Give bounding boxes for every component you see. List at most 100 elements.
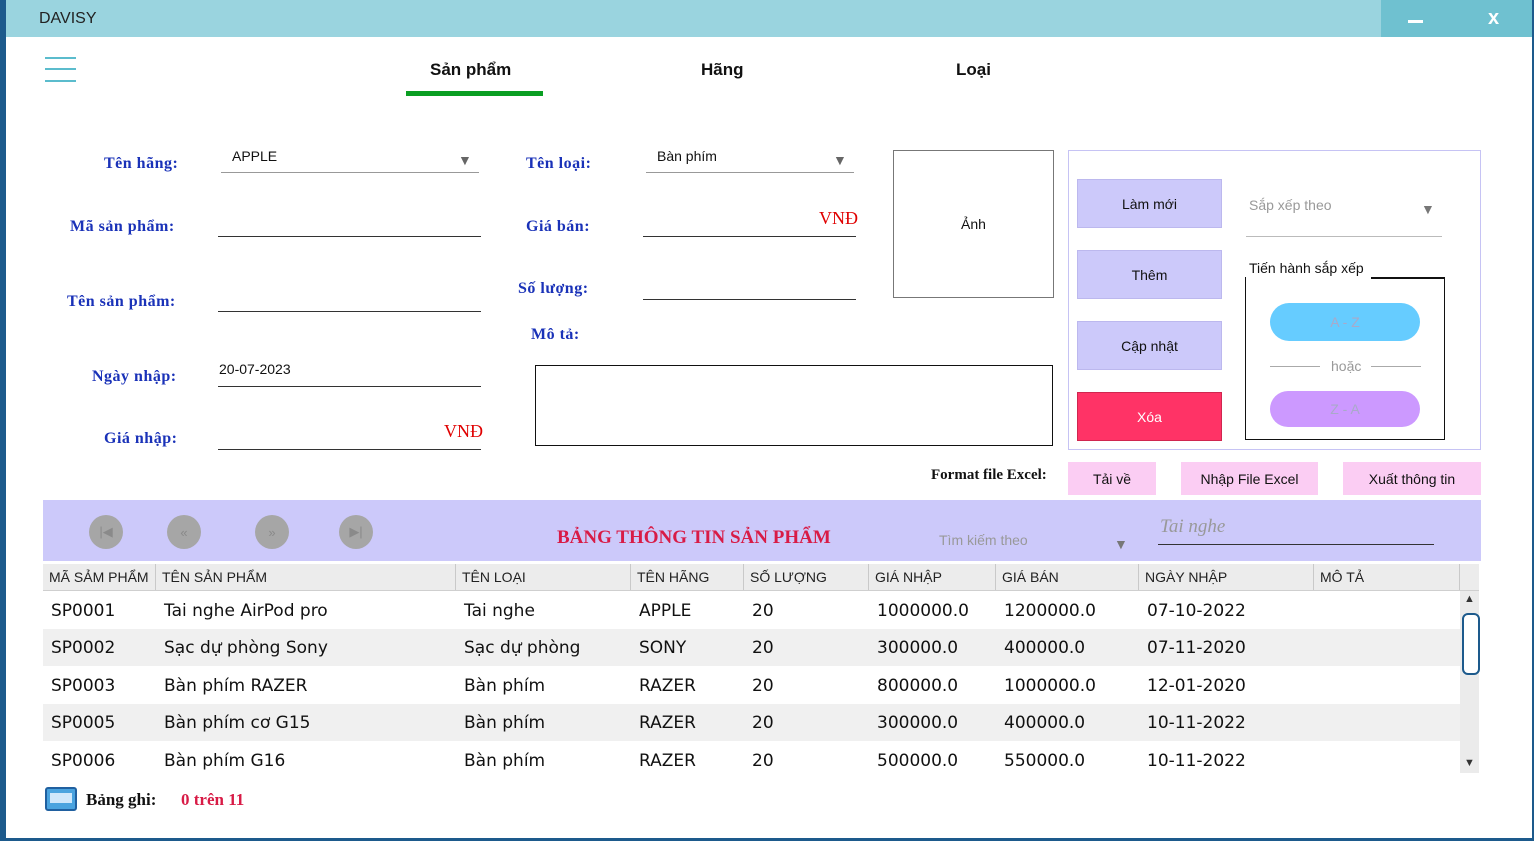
gia-nhap-unit: VNĐ bbox=[444, 421, 483, 441]
scroll-down-icon[interactable]: ▼ bbox=[1464, 757, 1475, 769]
mo-ta-textarea[interactable] bbox=[535, 365, 1053, 446]
table-cell: Bàn phím RAZER bbox=[164, 676, 308, 696]
ngay-nhap-underline bbox=[218, 386, 481, 387]
app-title: DAVISY bbox=[39, 10, 97, 27]
column-header[interactable]: TÊN HÃNG bbox=[631, 564, 744, 590]
table-cell: RAZER bbox=[639, 676, 696, 696]
table-cell: Sạc dự phòng Sony bbox=[164, 638, 328, 658]
active-tab-indicator bbox=[406, 91, 543, 96]
scroll-up-icon[interactable]: ▲ bbox=[1464, 593, 1475, 605]
chevron-down-icon[interactable]: ▼ bbox=[458, 152, 472, 168]
minimize-button[interactable] bbox=[1408, 20, 1423, 23]
delete-button[interactable]: Xóa bbox=[1077, 392, 1222, 441]
ten-hang-label: Tên hãng: bbox=[104, 155, 179, 172]
table-cell: Bàn phím bbox=[464, 676, 546, 696]
ten-loai-label: Tên loại: bbox=[526, 155, 592, 172]
table-row[interactable]: SP0003 Bàn phím RAZER Bàn phím RAZER 20 80000… bbox=[43, 667, 1460, 704]
table-cell: 500000.0 bbox=[877, 751, 959, 771]
so-luong-underline bbox=[643, 299, 856, 300]
column-header[interactable]: GIÁ BÁN bbox=[996, 564, 1139, 590]
tab-loai[interactable]: Loại bbox=[956, 60, 991, 80]
record-counter-icon bbox=[45, 787, 77, 811]
table-cell: Bàn phím G16 bbox=[164, 751, 286, 771]
table-row[interactable]: SP0005 Bàn phím cơ G15 Bàn phím RAZER 20 3000… bbox=[43, 704, 1460, 741]
column-header[interactable]: GIÁ NHẬP bbox=[869, 564, 996, 590]
excel-format-label: Format file Excel: bbox=[931, 467, 1047, 483]
table-cell: SP0003 bbox=[51, 676, 116, 696]
records-value: 0 trên 11 bbox=[181, 790, 245, 809]
table-cell: SP0001 bbox=[51, 601, 116, 621]
table-cell: 07-10-2022 bbox=[1147, 601, 1246, 621]
ma-sp-underline bbox=[218, 236, 481, 237]
table-cell: 20 bbox=[752, 713, 774, 733]
column-header[interactable]: NGÀY NHẬP bbox=[1139, 564, 1314, 590]
table-cell: 800000.0 bbox=[877, 676, 959, 696]
first-page-icon[interactable]: |◀ bbox=[89, 515, 123, 549]
import-excel-button[interactable]: Nhập File Excel bbox=[1181, 462, 1318, 495]
table-row[interactable]: SP0002 Sạc dự phòng Sony Sạc dự phòng SONY 2… bbox=[43, 629, 1460, 666]
menu-icon[interactable] bbox=[43, 55, 78, 85]
table-cell: 1000000.0 bbox=[877, 601, 969, 621]
close-button[interactable]: x bbox=[1488, 7, 1499, 30]
chevron-down-icon[interactable]: ▼ bbox=[1114, 536, 1128, 552]
export-info-button[interactable]: Xuất thông tin bbox=[1343, 462, 1481, 495]
tab-san-pham[interactable]: Sản phẩm bbox=[430, 60, 511, 80]
table-cell: 10-11-2022 bbox=[1147, 713, 1246, 733]
vertical-scrollbar[interactable]: ▲ ▼ bbox=[1460, 591, 1480, 773]
sort-za-button[interactable]: Z - A bbox=[1270, 391, 1420, 427]
download-button[interactable]: Tải về bbox=[1068, 462, 1156, 495]
ten-hang-select[interactable]: APPLE bbox=[232, 148, 277, 164]
table-cell: 1200000.0 bbox=[1004, 601, 1096, 621]
column-header[interactable]: MÔ TẢ bbox=[1314, 564, 1460, 590]
or-divider-right bbox=[1371, 366, 1421, 367]
table-cell: Bàn phím bbox=[464, 713, 546, 733]
table-row[interactable]: SP0006 Bàn phím G16 Bàn phím RAZER 20 500000.… bbox=[43, 742, 1460, 779]
sort-box-top-border bbox=[1371, 277, 1444, 279]
ten-loai-select[interactable]: Bàn phím bbox=[657, 148, 717, 164]
column-header[interactable]: SỐ LƯỢNG bbox=[744, 564, 869, 590]
table-header: MÃ SẢM PHẨM TÊN SẢN PHẨM TÊN LOẠI TÊN HÃ… bbox=[43, 564, 1479, 591]
last-page-icon[interactable]: ▶| bbox=[339, 515, 373, 549]
table-row[interactable]: SP0001 Tai nghe AirPod pro Tai nghe APPLE 20… bbox=[43, 592, 1460, 629]
add-button[interactable]: Thêm bbox=[1077, 250, 1222, 299]
sort-select[interactable]: Sắp xếp theo bbox=[1249, 197, 1332, 213]
table-cell: 400000.0 bbox=[1004, 713, 1086, 733]
column-header[interactable]: TÊN SẢN PHẨM bbox=[156, 564, 456, 590]
table-cell: 12-01-2020 bbox=[1147, 676, 1246, 696]
refresh-button[interactable]: Làm mới bbox=[1077, 179, 1222, 228]
tab-hang[interactable]: Hãng bbox=[701, 60, 744, 80]
gia-ban-underline bbox=[643, 236, 856, 237]
or-label: hoặc bbox=[1331, 358, 1362, 374]
next-page-icon[interactable]: » bbox=[255, 515, 289, 549]
image-box[interactable]: Ảnh bbox=[893, 150, 1054, 298]
search-input[interactable]: Tai nghe bbox=[1160, 516, 1225, 538]
records-label: Bảng ghi: bbox=[86, 790, 157, 809]
chevron-down-icon[interactable]: ▼ bbox=[833, 152, 847, 168]
sort-az-button[interactable]: A - Z bbox=[1270, 303, 1420, 341]
ten-sp-underline bbox=[218, 311, 481, 312]
ngay-nhap-input[interactable]: 20-07-2023 bbox=[219, 361, 291, 377]
search-underline bbox=[1158, 544, 1434, 545]
table-cell: 550000.0 bbox=[1004, 751, 1086, 771]
column-header[interactable]: MÃ SẢM PHẨM bbox=[43, 564, 156, 590]
ten-loai-underline bbox=[646, 172, 854, 173]
gia-ban-unit: VNĐ bbox=[819, 208, 858, 228]
table-cell: 20 bbox=[752, 751, 774, 771]
update-button[interactable]: Cập nhật bbox=[1077, 321, 1222, 370]
chevron-down-icon[interactable]: ▼ bbox=[1421, 201, 1435, 217]
previous-page-icon[interactable]: « bbox=[167, 515, 201, 549]
table-cell: 300000.0 bbox=[877, 638, 959, 658]
table-cell: Sạc dự phòng bbox=[464, 638, 581, 658]
so-luong-label: Số lượng: bbox=[518, 280, 589, 297]
column-header[interactable]: TÊN LOẠI bbox=[456, 564, 631, 590]
ten-sp-label: Tên sản phẩm: bbox=[67, 293, 176, 310]
gia-ban-label: Giá bán: bbox=[526, 218, 591, 235]
mo-ta-label: Mô tả: bbox=[531, 326, 580, 343]
search-by-select[interactable]: Tìm kiếm theo bbox=[939, 532, 1028, 548]
table-cell: SP0005 bbox=[51, 713, 116, 733]
sort-proceed-label: Tiến hành sắp xếp bbox=[1249, 260, 1364, 276]
table-cell: 1000000.0 bbox=[1004, 676, 1096, 696]
scrollbar-thumb[interactable] bbox=[1462, 613, 1480, 675]
gia-nhap-label: Giá nhập: bbox=[104, 430, 178, 447]
ngay-nhap-label: Ngày nhập: bbox=[92, 368, 177, 385]
